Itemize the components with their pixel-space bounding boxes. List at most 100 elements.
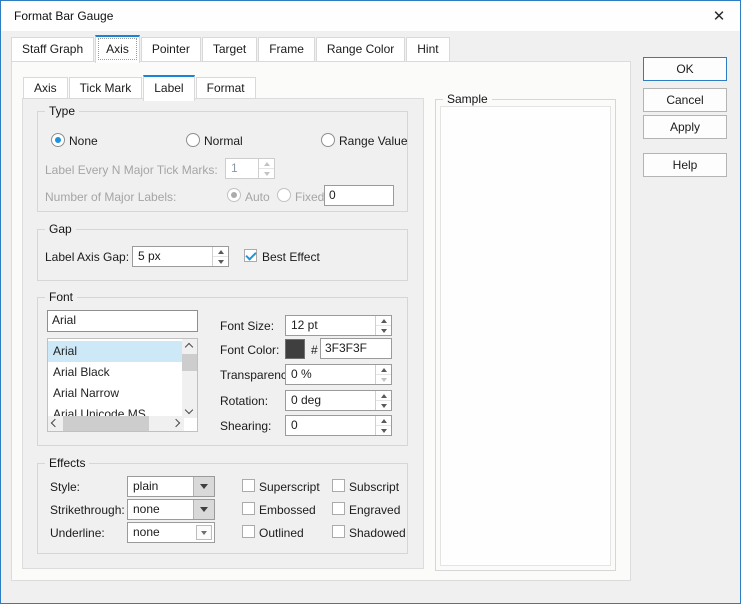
- font-size-label: Font Size:: [220, 319, 274, 333]
- chevron-down-icon[interactable]: [193, 500, 214, 519]
- chevron-down-icon[interactable]: [193, 477, 214, 496]
- best-effect-checkbox[interactable]: [244, 249, 257, 262]
- spinner-up-icon[interactable]: [376, 316, 391, 326]
- outer-tab-bar: Staff Graph Axis Pointer Target Frame Ra…: [11, 34, 451, 62]
- tab-format[interactable]: Format: [196, 77, 256, 99]
- subscript-label[interactable]: Subscript: [349, 480, 399, 494]
- label-axis-gap-spinner[interactable]: 5 px: [132, 246, 229, 267]
- font-color-hex-input[interactable]: 3F3F3F: [320, 338, 392, 359]
- rotation-value: 0 deg: [291, 393, 321, 408]
- horizontal-scroll-thumb[interactable]: [63, 416, 149, 431]
- engraved-checkbox[interactable]: [332, 502, 345, 515]
- spinner-buttons: [375, 316, 391, 335]
- spinner-down-icon[interactable]: [213, 257, 228, 266]
- underline-dropdown[interactable]: none: [127, 522, 215, 543]
- shadowed-checkbox[interactable]: [332, 525, 345, 538]
- spinner-down-icon: [259, 169, 274, 178]
- auto-label: Auto: [245, 190, 270, 204]
- shearing-label: Shearing:: [220, 419, 271, 433]
- tab-tick-mark[interactable]: Tick Mark: [69, 77, 143, 99]
- vertical-scrollbar[interactable]: [182, 339, 197, 418]
- spinner-up-icon[interactable]: [376, 391, 391, 401]
- tab-frame[interactable]: Frame: [258, 37, 315, 62]
- transparency-spinner[interactable]: 0 %: [285, 364, 392, 385]
- tab-staff-graph[interactable]: Staff Graph: [11, 37, 94, 62]
- title-bar: Format Bar Gauge ✕: [1, 1, 740, 31]
- style-dropdown[interactable]: plain: [127, 476, 215, 497]
- font-color-label: Font Color:: [220, 343, 279, 357]
- gap-group: Gap Label Axis Gap: 5 px Best Effect: [37, 229, 408, 281]
- font-list-item[interactable]: Arial Narrow: [48, 383, 182, 404]
- tab-hint[interactable]: Hint: [406, 37, 449, 62]
- font-size-value: 12 pt: [291, 318, 318, 333]
- font-size-spinner[interactable]: 12 pt: [285, 315, 392, 336]
- type-range-value-radio[interactable]: [321, 133, 335, 147]
- spinner-buttons: [212, 247, 228, 266]
- rotation-spinner[interactable]: 0 deg: [285, 390, 392, 411]
- engraved-label[interactable]: Engraved: [349, 503, 400, 517]
- tab-label[interactable]: Label: [143, 75, 194, 101]
- strikethrough-dropdown[interactable]: none: [127, 499, 215, 520]
- font-color-swatch[interactable]: [285, 339, 305, 359]
- best-effect-label[interactable]: Best Effect: [262, 250, 320, 264]
- underline-label: Underline:: [50, 526, 105, 540]
- subscript-checkbox[interactable]: [332, 479, 345, 492]
- label-axis-gap-label: Label Axis Gap:: [45, 250, 129, 264]
- spinner-down-icon: [376, 375, 391, 384]
- shadowed-label[interactable]: Shadowed: [349, 526, 406, 540]
- label-axis-gap-value: 5 px: [138, 249, 161, 264]
- fixed-label: Fixed: [295, 190, 324, 204]
- shearing-spinner[interactable]: 0: [285, 415, 392, 436]
- scroll-up-icon[interactable]: [185, 343, 193, 351]
- tab-axis[interactable]: Axis: [95, 35, 140, 63]
- type-group-title: Type: [45, 104, 79, 118]
- superscript-label[interactable]: Superscript: [259, 480, 320, 494]
- help-button[interactable]: Help: [643, 153, 727, 177]
- spinner-up-icon[interactable]: [376, 365, 391, 375]
- scroll-right-icon[interactable]: [172, 419, 180, 427]
- outlined-checkbox[interactable]: [242, 525, 255, 538]
- font-name-input[interactable]: Arial: [47, 310, 198, 332]
- chevron-down-icon[interactable]: [196, 525, 212, 540]
- font-group: Font Arial Arial Arial Black Arial Narro…: [37, 297, 408, 446]
- tab-target[interactable]: Target: [202, 37, 257, 62]
- type-normal-radio[interactable]: [186, 133, 200, 147]
- scroll-down-icon[interactable]: [185, 406, 193, 414]
- ok-button[interactable]: OK: [643, 57, 727, 81]
- spinner-up-icon: [259, 159, 274, 169]
- type-normal-label[interactable]: Normal: [204, 134, 243, 148]
- type-none-label[interactable]: None: [69, 134, 98, 148]
- spinner-down-icon[interactable]: [376, 326, 391, 335]
- transparency-value: 0 %: [291, 367, 312, 382]
- spinner-up-icon[interactable]: [213, 247, 228, 257]
- tab-range-color[interactable]: Range Color: [316, 37, 405, 62]
- label-every-n-label: Label Every N Major Tick Marks:: [45, 163, 218, 177]
- embossed-checkbox[interactable]: [242, 502, 255, 515]
- number-major-labels-label: Number of Major Labels:: [45, 190, 176, 204]
- vertical-scroll-thumb[interactable]: [182, 354, 197, 371]
- font-list-item[interactable]: Arial Black: [48, 362, 182, 383]
- inner-tab-bar: Axis Tick Mark Label Format: [23, 74, 257, 99]
- close-icon[interactable]: ✕: [707, 5, 731, 28]
- type-none-radio[interactable]: [51, 133, 65, 147]
- superscript-checkbox[interactable]: [242, 479, 255, 492]
- type-range-value-label[interactable]: Range Value: [339, 134, 408, 148]
- spinner-down-icon[interactable]: [376, 426, 391, 435]
- cancel-button[interactable]: Cancel: [643, 88, 727, 112]
- effects-group-title: Effects: [45, 456, 89, 470]
- horizontal-scrollbar[interactable]: [48, 416, 184, 431]
- tab-pointer[interactable]: Pointer: [141, 37, 201, 62]
- spinner-up-icon[interactable]: [376, 416, 391, 426]
- spinner-down-icon[interactable]: [376, 401, 391, 410]
- fixed-count-input[interactable]: 0: [324, 185, 394, 206]
- fixed-radio: [277, 188, 291, 202]
- tab-inner-axis[interactable]: Axis: [23, 77, 68, 99]
- outlined-label[interactable]: Outlined: [259, 526, 304, 540]
- embossed-label[interactable]: Embossed: [259, 503, 316, 517]
- font-list-item[interactable]: Arial: [48, 341, 182, 362]
- scroll-left-icon[interactable]: [51, 419, 59, 427]
- apply-button[interactable]: Apply: [643, 115, 727, 139]
- window-title: Format Bar Gauge: [14, 9, 113, 23]
- font-list-items: Arial Arial Black Arial Narrow Arial Uni…: [48, 341, 197, 425]
- spinner-buttons: [375, 391, 391, 410]
